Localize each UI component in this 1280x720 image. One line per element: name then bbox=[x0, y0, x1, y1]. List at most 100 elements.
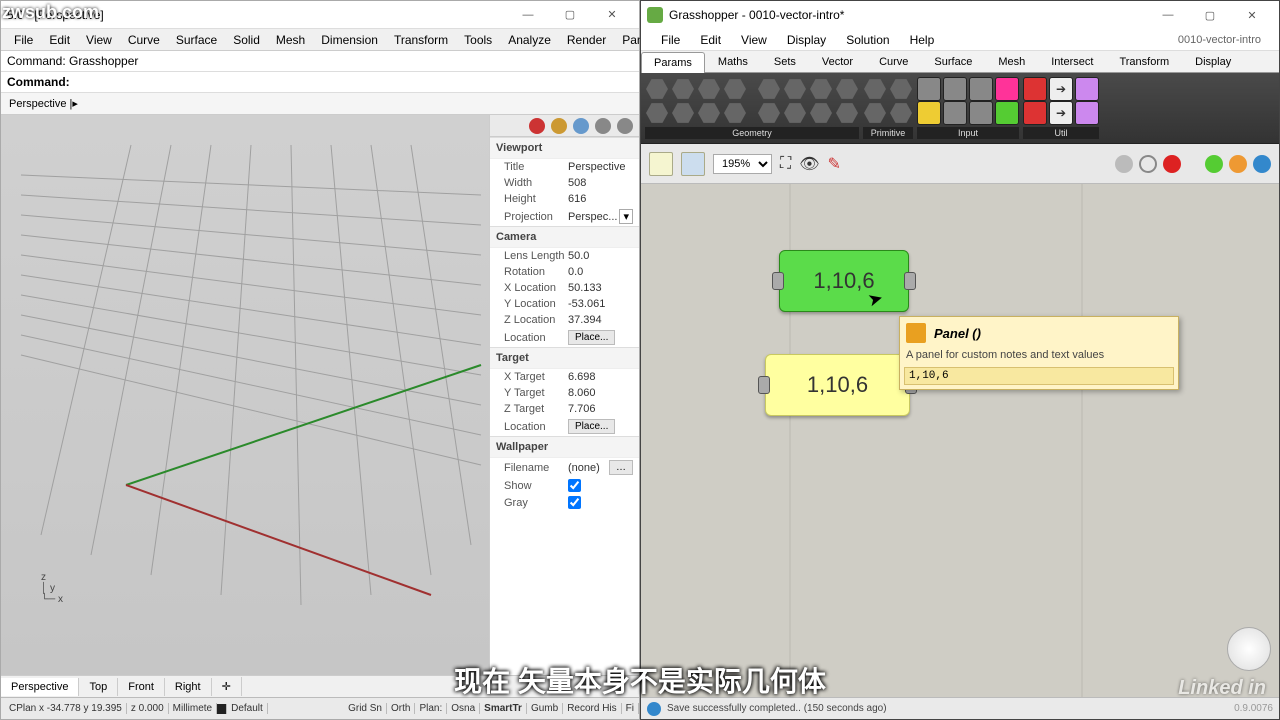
tab-display[interactable]: Display bbox=[1182, 51, 1244, 72]
prop-icon[interactable] bbox=[551, 118, 567, 134]
preview-wire-icon[interactable] bbox=[1139, 155, 1157, 173]
minimize-button[interactable]: — bbox=[507, 2, 549, 28]
preview-shade-icon[interactable] bbox=[1163, 155, 1181, 173]
input-port[interactable] bbox=[772, 272, 784, 290]
component-icon[interactable] bbox=[836, 78, 858, 100]
panel-component-icon[interactable] bbox=[917, 101, 941, 125]
toggle-smarttrack[interactable]: SmartTr bbox=[480, 703, 527, 714]
open-button[interactable] bbox=[649, 152, 673, 176]
component-icon[interactable] bbox=[995, 101, 1019, 125]
component-icon[interactable] bbox=[810, 78, 832, 100]
prop-icon[interactable] bbox=[573, 118, 589, 134]
component-icon[interactable] bbox=[784, 78, 806, 100]
zoom-select[interactable]: 195% bbox=[713, 154, 772, 174]
gray-checkbox[interactable] bbox=[568, 496, 581, 509]
tab-intersect[interactable]: Intersect bbox=[1038, 51, 1106, 72]
panel-component[interactable]: 1,10,6 bbox=[765, 354, 910, 416]
tab-curve[interactable]: Curve bbox=[866, 51, 921, 72]
gh-canvas[interactable]: 1,10,6 1,10,6 Panel () A panel for custo… bbox=[641, 184, 1279, 697]
component-icon[interactable] bbox=[698, 102, 720, 124]
preview-selected-icon[interactable] bbox=[1205, 155, 1223, 173]
menu-surface[interactable]: Surface bbox=[169, 30, 224, 50]
preview-off-icon[interactable] bbox=[1115, 155, 1133, 173]
tab-right[interactable]: Right bbox=[165, 678, 212, 696]
prop-icon[interactable] bbox=[529, 118, 545, 134]
toggle-ortho[interactable]: Orth bbox=[387, 703, 415, 714]
menu-render[interactable]: Render bbox=[560, 30, 613, 50]
component-icon[interactable] bbox=[758, 78, 780, 100]
menu-mesh[interactable]: Mesh bbox=[269, 30, 312, 50]
component-icon[interactable] bbox=[943, 101, 967, 125]
component-icon[interactable] bbox=[864, 102, 886, 124]
component-icon[interactable] bbox=[943, 77, 967, 101]
eye-icon[interactable]: 👁 bbox=[799, 154, 819, 174]
sketch-icon[interactable]: ✎ bbox=[828, 154, 841, 174]
browse-button[interactable]: … bbox=[609, 460, 633, 475]
tab-top[interactable]: Top bbox=[79, 678, 118, 696]
tab-mesh[interactable]: Mesh bbox=[985, 51, 1038, 72]
menu-curve[interactable]: Curve bbox=[121, 30, 167, 50]
preview-mesh-icon[interactable] bbox=[1229, 155, 1247, 173]
menu-help[interactable]: Help bbox=[900, 30, 945, 50]
chevron-down-icon[interactable]: ▾ bbox=[619, 209, 633, 224]
toggle-grid[interactable]: Grid Sn bbox=[344, 703, 387, 714]
toggle-osnap[interactable]: Osna bbox=[447, 703, 480, 714]
component-icon[interactable] bbox=[890, 102, 912, 124]
close-button[interactable]: ✕ bbox=[1231, 2, 1273, 28]
maximize-button[interactable]: ▢ bbox=[1189, 2, 1231, 28]
input-port[interactable] bbox=[758, 376, 770, 394]
zoom-extents-icon[interactable]: ⛶ bbox=[780, 155, 791, 173]
component-icon[interactable] bbox=[672, 78, 694, 100]
component-icon[interactable]: ➔ bbox=[1049, 101, 1073, 125]
toggle-filter[interactable]: Fi bbox=[622, 703, 639, 714]
menu-view[interactable]: View bbox=[79, 30, 119, 50]
component-icon[interactable] bbox=[969, 101, 993, 125]
canvas-compass[interactable] bbox=[1227, 627, 1271, 671]
menu-dimension[interactable]: Dimension bbox=[314, 30, 385, 50]
component-icon[interactable] bbox=[784, 102, 806, 124]
panel-component-selected[interactable]: 1,10,6 bbox=[779, 250, 909, 312]
menu-solid[interactable]: Solid bbox=[226, 30, 267, 50]
close-button[interactable]: ✕ bbox=[591, 2, 633, 28]
perspective-viewport[interactable]: z│ y└─ x bbox=[1, 115, 489, 675]
menu-view[interactable]: View bbox=[731, 30, 777, 50]
tab-maths[interactable]: Maths bbox=[705, 51, 761, 72]
output-port[interactable] bbox=[904, 272, 916, 290]
tab-sets[interactable]: Sets bbox=[761, 51, 809, 72]
save-button[interactable] bbox=[681, 152, 705, 176]
component-icon[interactable]: ➔ bbox=[1049, 77, 1073, 101]
menu-edit[interactable]: Edit bbox=[690, 30, 731, 50]
menu-edit[interactable]: Edit bbox=[42, 30, 77, 50]
component-icon[interactable] bbox=[698, 78, 720, 100]
menu-tools[interactable]: Tools bbox=[457, 30, 499, 50]
toggle-gumball[interactable]: Gumb bbox=[527, 703, 563, 714]
status-layer[interactable]: Default bbox=[227, 703, 268, 714]
toggle-planar[interactable]: Plan: bbox=[415, 703, 447, 714]
component-icon[interactable] bbox=[969, 77, 993, 101]
component-icon[interactable] bbox=[758, 102, 780, 124]
viewport-label-bar[interactable]: Perspective |▸ bbox=[1, 93, 639, 115]
place-button[interactable]: Place... bbox=[568, 330, 615, 345]
component-icon[interactable] bbox=[672, 102, 694, 124]
component-icon[interactable] bbox=[1023, 101, 1047, 125]
component-icon[interactable] bbox=[646, 78, 668, 100]
tab-surface[interactable]: Surface bbox=[921, 51, 985, 72]
command-input[interactable] bbox=[73, 75, 573, 89]
show-checkbox[interactable] bbox=[568, 479, 581, 492]
component-icon[interactable] bbox=[1075, 77, 1099, 101]
place-button[interactable]: Place... bbox=[568, 419, 615, 434]
component-icon[interactable] bbox=[917, 77, 941, 101]
tab-params[interactable]: Params bbox=[641, 52, 705, 73]
component-icon[interactable] bbox=[1075, 101, 1099, 125]
maximize-button[interactable]: ▢ bbox=[549, 2, 591, 28]
component-icon[interactable] bbox=[724, 102, 746, 124]
add-tab-button[interactable]: ✛ bbox=[212, 677, 242, 696]
command-line[interactable]: Command: bbox=[1, 72, 639, 93]
menu-solution[interactable]: Solution bbox=[836, 30, 899, 50]
tab-transform[interactable]: Transform bbox=[1106, 51, 1182, 72]
component-icon[interactable] bbox=[995, 77, 1019, 101]
component-icon[interactable] bbox=[1023, 77, 1047, 101]
component-icon[interactable] bbox=[864, 78, 886, 100]
menu-transform[interactable]: Transform bbox=[387, 30, 455, 50]
preview-settings-icon[interactable] bbox=[1253, 155, 1271, 173]
